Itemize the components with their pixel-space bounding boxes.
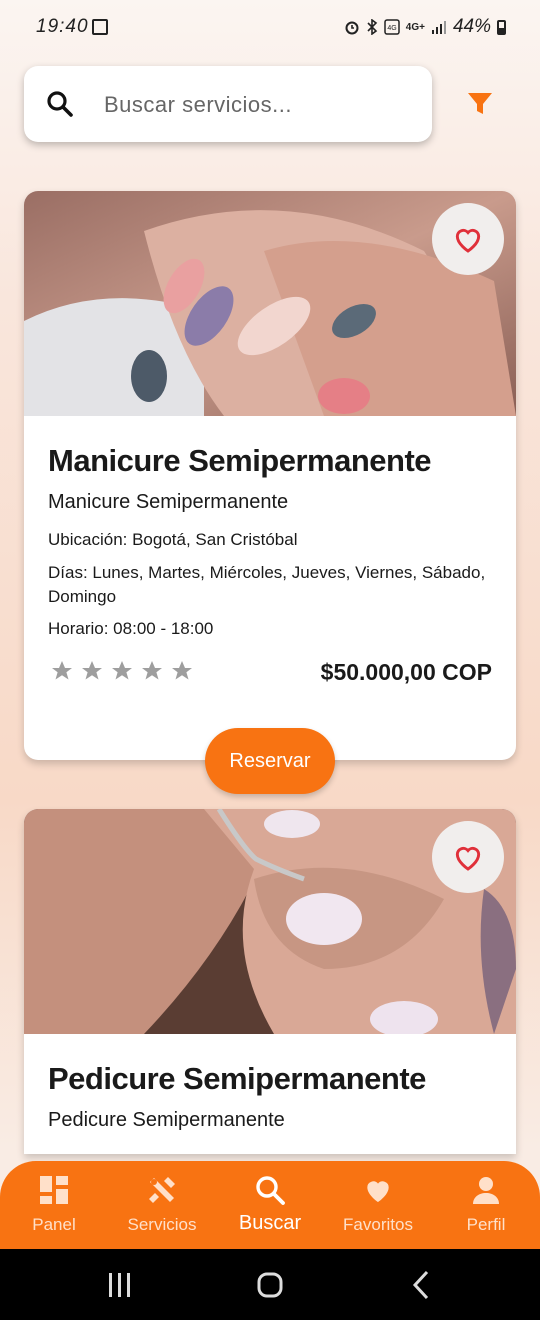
- service-card[interactable]: Pedicure Semipermanente Pedicure Semiper…: [24, 809, 516, 1154]
- manicure-photo: [24, 191, 516, 416]
- service-subtitle: Manicure Semipermanente: [48, 491, 289, 513]
- filter-icon[interactable]: [462, 86, 498, 122]
- nav-profile[interactable]: Perfil: [432, 1161, 540, 1249]
- search-input[interactable]: [102, 86, 416, 124]
- search-bar[interactable]: [24, 66, 432, 142]
- rating-stars: [50, 659, 194, 683]
- service-days: Días: Lunes, Martes, Miércoles, Jueves, …: [48, 563, 486, 606]
- search-icon: [256, 1176, 285, 1205]
- service-card[interactable]: Manicure Semipermanente Manicure Semiper…: [24, 191, 516, 760]
- star-icon: [172, 661, 192, 680]
- star-icon: [52, 661, 72, 680]
- status-indicators: 4G 4G+ 44%: [344, 16, 506, 38]
- system-navigation-bar: [0, 1249, 540, 1320]
- battery-percent: 44%: [452, 16, 491, 37]
- service-hours: Horario: 08:00 - 18:00: [48, 619, 214, 638]
- search-icon: [47, 91, 73, 117]
- heart-icon: [367, 1181, 389, 1202]
- service-subtitle: Pedicure Semipermanente: [48, 1109, 285, 1131]
- recent-apps-icon[interactable]: [102, 1267, 138, 1303]
- nav-label: Servicios: [127, 1215, 197, 1234]
- alarm-icon: [345, 21, 359, 35]
- status-bar: 19:40 4G 4G+ 44%: [0, 0, 540, 56]
- star-icon: [82, 661, 102, 680]
- person-icon: [473, 1177, 499, 1204]
- back-icon[interactable]: [404, 1267, 440, 1303]
- favorite-button[interactable]: [432, 203, 504, 275]
- nav-label: Buscar: [238, 1212, 302, 1234]
- battery-icon: [497, 19, 506, 35]
- nav-services[interactable]: Servicios: [108, 1161, 216, 1249]
- home-icon[interactable]: [252, 1267, 288, 1303]
- service-location: Ubicación: Bogotá, San Cristóbal: [48, 530, 298, 549]
- star-icon: [112, 661, 132, 680]
- bluetooth-icon: [367, 19, 377, 35]
- nav-panel[interactable]: Panel: [0, 1161, 108, 1249]
- svg-text:4G: 4G: [387, 25, 396, 32]
- reserve-button[interactable]: Reservar: [205, 728, 335, 794]
- signal-icon: [431, 21, 446, 34]
- dashboard-icon: [40, 1176, 68, 1204]
- status-time: 19:40: [36, 16, 89, 37]
- service-price: $50.000,00 COP: [320, 659, 492, 685]
- favorite-button[interactable]: [432, 821, 504, 893]
- volte-icon: 4G: [384, 19, 400, 35]
- service-title: Pedicure Semipermanente: [48, 1061, 426, 1096]
- nav-label: Favoritos: [343, 1215, 413, 1234]
- service-title: Manicure Semipermanente: [48, 443, 432, 478]
- nav-search[interactable]: Buscar: [216, 1161, 324, 1249]
- gallery-icon: [92, 19, 108, 35]
- bottom-navigation: Panel Servicios Buscar Favoritos Perfil: [0, 1161, 540, 1249]
- nav-label: Perfil: [466, 1215, 506, 1234]
- nav-label: Panel: [32, 1215, 76, 1234]
- star-icon: [142, 661, 162, 680]
- nav-favorites[interactable]: Favoritos: [324, 1161, 432, 1249]
- heart-outline-icon: [455, 846, 481, 871]
- heart-outline-icon: [455, 228, 481, 253]
- tools-icon: [149, 1177, 175, 1203]
- network-type: 4G+: [405, 21, 425, 33]
- pedicure-photo: [24, 809, 516, 1034]
